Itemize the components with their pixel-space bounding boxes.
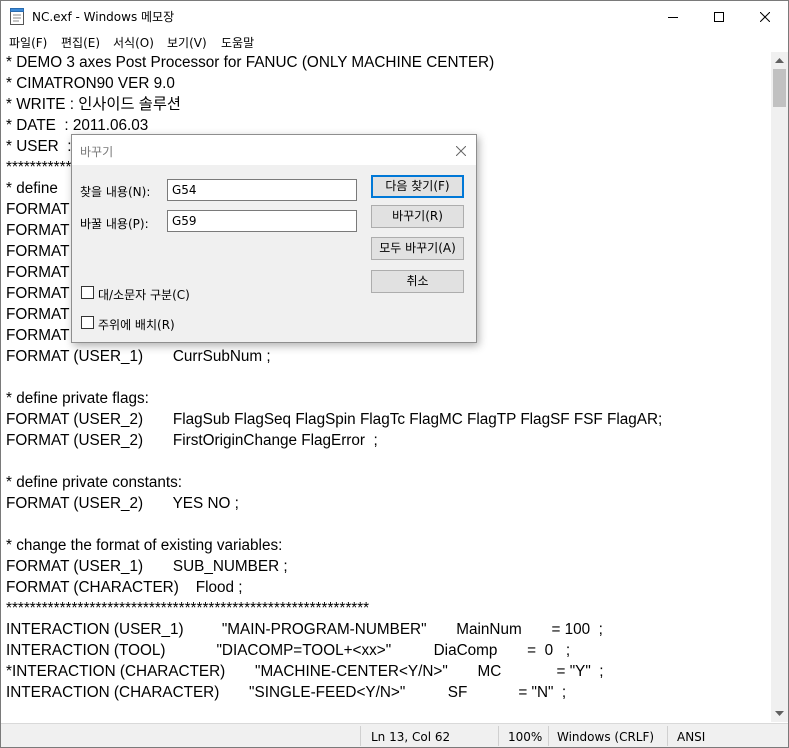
replace-label: 바꿀 내용(P): — [80, 217, 149, 231]
find-next-button[interactable]: 다음 찾기(F) — [371, 175, 464, 198]
text-line: *INTERACTION (CHARACTER) "MACHINE-CENTER… — [6, 663, 604, 680]
text-line: * WRITE : 인사이드 솔루션 — [6, 96, 181, 113]
text-line: FORMAT (USER_2) FlagSub FlagSeq FlagSpin… — [6, 411, 663, 428]
replace-dialog: 바꾸기 찾을 내용(N): G54 바꿀 내용(P): G59 다음 찾기(F)… — [71, 134, 477, 343]
replace-input[interactable]: G59 — [167, 210, 357, 232]
menu-bar: 파일(F) 편집(E) 서식(O) 보기(V) 도움말 — [1, 32, 788, 52]
text-line: * DEMO 3 axes Post Processor for FANUC (… — [6, 54, 495, 71]
close-button[interactable] — [742, 1, 788, 32]
dialog-title: 바꾸기 — [80, 145, 114, 159]
menu-format[interactable]: 서식(O) — [113, 34, 154, 51]
match-case-label: 대/소문자 구분(C) — [98, 288, 190, 302]
notepad-window: NC.exf - Windows 메모장 파일(F) 편집(E) 서식(O) 보… — [0, 0, 789, 748]
text-line: * change the format of existing variable… — [6, 537, 283, 554]
menu-help[interactable]: 도움말 — [221, 34, 254, 51]
text-line: FORMAT — [6, 285, 70, 302]
replace-all-button[interactable]: 모두 바꾸기(A) — [371, 237, 464, 260]
menu-view[interactable]: 보기(V) — [167, 34, 207, 51]
scroll-thumb[interactable] — [773, 69, 786, 107]
text-line: INTERACTION (USER_1) "MAIN-PROGRAM-NUMBE… — [6, 621, 603, 638]
text-line: FORMAT (USER_2) YES NO ; — [6, 495, 239, 512]
text-line: * define private flags: — [6, 390, 149, 407]
match-case-checkbox[interactable] — [81, 286, 94, 299]
dialog-close-button[interactable] — [450, 139, 472, 161]
scroll-up-arrow-icon[interactable] — [771, 52, 788, 69]
status-divider — [498, 726, 499, 746]
close-icon — [759, 7, 771, 26]
text-line: INTERACTION (TOOL) "DIACOMP=TOOL+<xx>" D… — [6, 642, 571, 659]
window-title: NC.exf - Windows 메모장 — [32, 10, 175, 24]
zoom-level: 100% — [508, 730, 543, 744]
line-ending: Windows (CRLF) — [557, 730, 655, 744]
maximize-button[interactable] — [696, 1, 742, 32]
text-line: FORMAT — [6, 327, 70, 344]
cancel-button[interactable]: 취소 — [371, 270, 464, 293]
menu-edit[interactable]: 편집(E) — [61, 34, 100, 51]
replace-button[interactable]: 바꾸기(R) — [371, 205, 464, 228]
encoding: ANSI — [677, 730, 706, 744]
wrap-around-label: 주위에 배치(R) — [98, 318, 175, 332]
wrap-around-checkbox[interactable] — [81, 316, 94, 329]
text-line: FORMAT (CHARACTER) Flood ; — [6, 579, 243, 596]
text-line: FORMAT (USER_1) CurrSubNum ; — [6, 348, 271, 365]
text-line: ****************************************… — [6, 600, 370, 617]
menu-file[interactable]: 파일(F) — [9, 34, 47, 51]
text-line: FORMAT — [6, 306, 70, 323]
close-icon — [455, 141, 467, 160]
text-line: FORMAT (USER_2) FirstOriginChange FlagEr… — [6, 432, 378, 449]
scroll-down-arrow-icon[interactable] — [771, 705, 788, 722]
text-line: * USER : — [6, 138, 72, 155]
minimize-icon — [668, 7, 678, 26]
maximize-icon — [714, 7, 724, 26]
status-divider — [667, 726, 668, 746]
text-line: FORMAT — [6, 222, 70, 239]
dialog-title-bar[interactable]: 바꾸기 — [72, 135, 476, 165]
text-line: * DATE : 2011.06.03 — [6, 117, 149, 134]
title-bar[interactable]: NC.exf - Windows 메모장 — [1, 1, 788, 32]
status-divider — [548, 726, 549, 746]
text-line: FORMAT — [6, 264, 70, 281]
status-bar: Ln 13, Col 62 100% Windows (CRLF) ANSI — [1, 723, 788, 747]
find-input[interactable]: G54 — [167, 179, 357, 201]
text-line: FORMAT — [6, 201, 70, 218]
status-divider — [360, 726, 361, 746]
text-line: * define private constants: — [6, 474, 183, 491]
notepad-icon — [10, 8, 24, 25]
text-line: * define — [6, 180, 58, 197]
text-line: FORMAT (USER_1) SUB_NUMBER ; — [6, 558, 288, 575]
vertical-scrollbar[interactable] — [771, 52, 788, 722]
text-line: INTERACTION (CHARACTER) "SINGLE-FEED<Y/N… — [6, 684, 567, 701]
cursor-position: Ln 13, Col 62 — [371, 730, 451, 744]
text-line: * CIMATRON90 VER 9.0 — [6, 75, 175, 92]
minimize-button[interactable] — [650, 1, 696, 32]
find-label: 찾을 내용(N): — [80, 185, 151, 199]
